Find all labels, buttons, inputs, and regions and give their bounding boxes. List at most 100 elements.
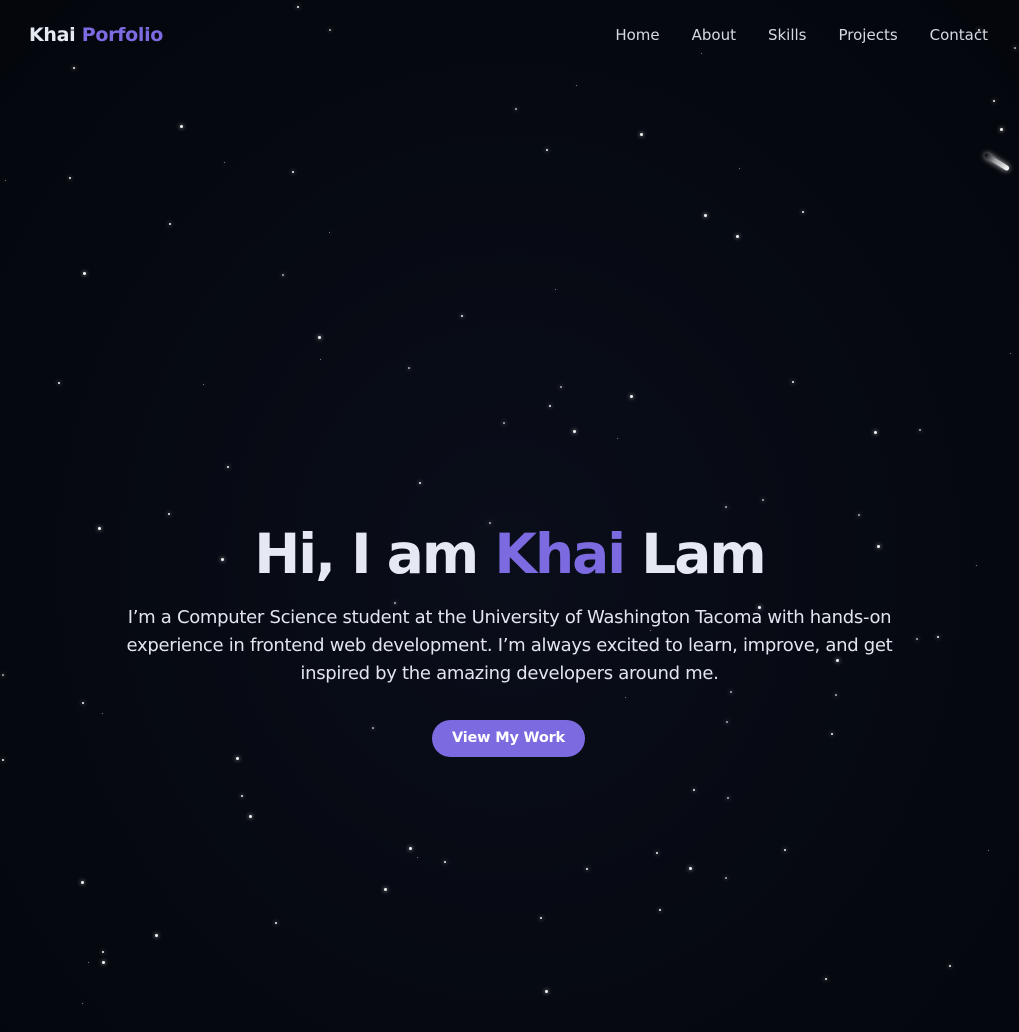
star <box>416 856 418 858</box>
star <box>545 148 549 152</box>
starfield-background <box>0 0 1019 1032</box>
star <box>169 223 171 225</box>
star <box>1 758 5 762</box>
star <box>202 383 204 385</box>
star <box>688 866 692 870</box>
star <box>727 797 729 799</box>
star <box>554 288 556 290</box>
star <box>783 848 787 852</box>
star <box>503 422 505 424</box>
star <box>999 127 1003 131</box>
star <box>235 756 239 760</box>
star <box>101 712 103 714</box>
star <box>515 108 517 110</box>
star <box>443 860 447 864</box>
navbar: Khai Porfolio Home About Skills Projects… <box>0 0 1019 70</box>
star <box>873 430 877 434</box>
star <box>81 1002 83 1004</box>
star <box>383 887 387 891</box>
nav-links: Home About Skills Projects Contact <box>615 24 988 46</box>
star <box>801 210 805 214</box>
brand-second-word: Porfolio <box>81 24 164 46</box>
star <box>101 960 105 964</box>
nav-link-projects[interactable]: Projects <box>839 24 898 46</box>
star <box>830 732 834 736</box>
star <box>658 908 662 912</box>
star <box>101 950 105 954</box>
star <box>69 177 71 179</box>
star <box>936 635 940 639</box>
hero-title-suffix: Lam <box>641 522 766 586</box>
star <box>2 674 4 676</box>
star <box>725 877 727 879</box>
star <box>544 989 548 993</box>
star <box>82 271 86 275</box>
star <box>248 814 252 818</box>
star <box>655 851 659 855</box>
star <box>730 691 732 693</box>
star <box>282 274 284 276</box>
star <box>916 638 918 640</box>
star <box>735 234 739 238</box>
star <box>616 437 618 439</box>
nav-link-contact[interactable]: Contact <box>930 24 988 46</box>
star <box>586 868 588 870</box>
nav-link-home[interactable]: Home <box>615 24 659 46</box>
star <box>825 978 827 980</box>
star <box>179 124 183 128</box>
star <box>835 694 837 696</box>
star <box>58 382 60 384</box>
star <box>572 429 576 433</box>
star <box>240 794 244 798</box>
star <box>560 386 562 388</box>
star <box>372 727 374 729</box>
star <box>948 964 952 968</box>
star <box>549 405 551 407</box>
star <box>539 916 543 920</box>
nav-link-skills[interactable]: Skills <box>768 24 807 46</box>
star <box>692 788 696 792</box>
view-my-work-button[interactable]: View My Work <box>432 720 585 757</box>
star <box>319 358 321 360</box>
star <box>639 132 643 136</box>
star <box>725 506 727 508</box>
star <box>418 481 422 485</box>
star <box>919 429 921 431</box>
star <box>154 933 158 937</box>
star <box>223 161 225 163</box>
star <box>328 231 330 233</box>
star <box>87 961 89 963</box>
brand-first-word: Khai <box>29 24 76 46</box>
star <box>992 99 996 103</box>
star <box>274 921 278 925</box>
star <box>987 849 989 851</box>
star <box>461 315 463 317</box>
star <box>762 499 764 501</box>
star <box>291 170 295 174</box>
star <box>4 179 6 181</box>
shooting-star <box>983 152 1011 172</box>
star <box>738 167 740 169</box>
star <box>226 465 230 469</box>
brand-logo[interactable]: Khai Porfolio <box>29 22 163 48</box>
star <box>1009 352 1011 354</box>
star <box>317 335 321 339</box>
star <box>82 702 84 704</box>
star <box>726 721 728 723</box>
star <box>575 84 577 86</box>
hero-title-highlight: Khai <box>494 522 626 586</box>
star <box>858 514 860 516</box>
star <box>408 367 410 369</box>
star <box>624 696 626 698</box>
star <box>408 846 412 850</box>
star <box>629 394 633 398</box>
hero-title: Hi, I am Khai Lam <box>0 518 1019 590</box>
portfolio-page: Khai Porfolio Home About Skills Projects… <box>0 0 1019 1032</box>
nav-link-about[interactable]: About <box>692 24 736 46</box>
star <box>80 880 84 884</box>
star <box>703 213 707 217</box>
hero-title-prefix: Hi, I am <box>254 522 479 586</box>
hero-description: I’m a Computer Science student at the Un… <box>126 607 893 684</box>
star <box>791 380 795 384</box>
star <box>167 512 171 516</box>
